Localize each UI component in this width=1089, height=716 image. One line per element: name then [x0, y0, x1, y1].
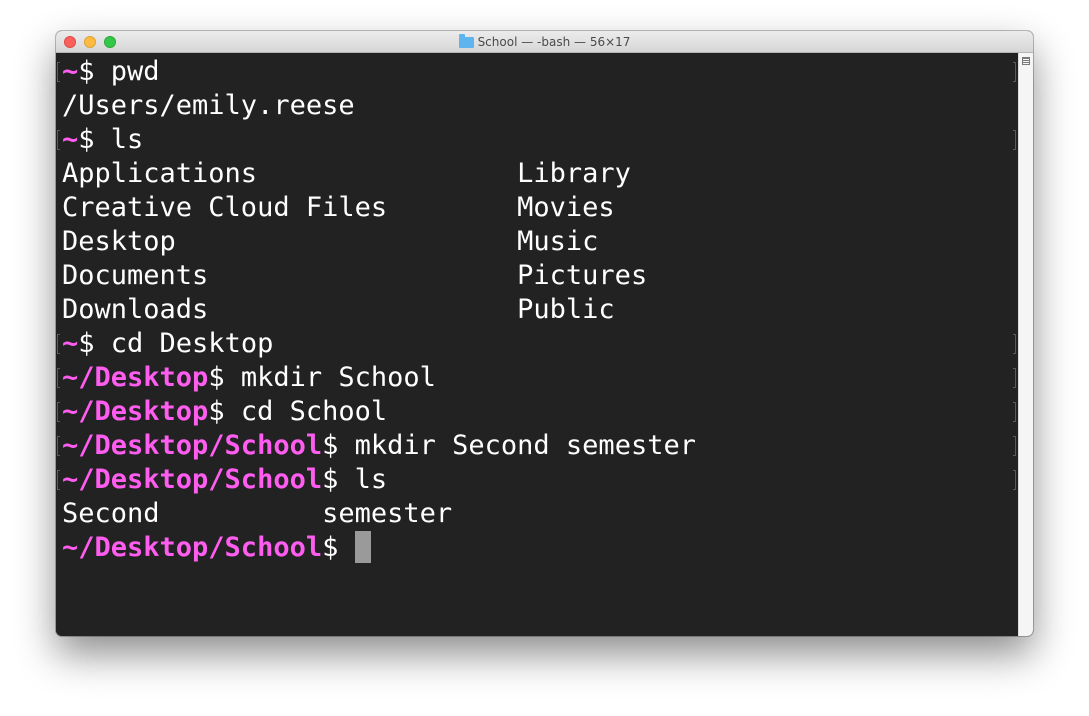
terminal-content[interactable]: ~$ pwd /Users/emily.reese ~$ ls Applicat…	[56, 53, 1018, 636]
output-text: Applications Library	[62, 158, 631, 189]
line-mark-left	[57, 62, 60, 82]
prompt-path: ~/Desktop	[62, 362, 209, 393]
title-bar[interactable]: School — -bash — 56×17	[56, 31, 1033, 53]
line-mark-right	[1013, 368, 1016, 388]
line-text: $ cd Desktop	[78, 328, 274, 359]
line-mark-left	[57, 368, 60, 388]
prompt-path: ~/Desktop/School	[62, 430, 323, 461]
scrollbar[interactable]	[1018, 53, 1033, 636]
line-mark-left	[57, 470, 60, 490]
terminal-line: Second semester	[62, 497, 1018, 531]
line-mark-right	[1013, 402, 1016, 422]
output-text: Documents Pictures	[62, 260, 648, 291]
line-text: $	[322, 532, 355, 563]
prompt-path: ~	[62, 124, 79, 155]
line-mark-right	[1013, 130, 1016, 150]
prompt-path: ~	[62, 328, 79, 359]
line-text: $ pwd	[78, 56, 160, 87]
split-pane-icon[interactable]	[1022, 57, 1030, 65]
terminal-line: Documents Pictures	[62, 259, 1018, 293]
line-text: $ ls	[78, 124, 144, 155]
output-text: Creative Cloud Files Movies	[62, 192, 615, 223]
line-mark-left	[57, 334, 60, 354]
output-text: Second semester	[62, 498, 453, 529]
terminal-line: Desktop Music	[62, 225, 1018, 259]
terminal-line: ~/Desktop/School$	[62, 530, 1018, 565]
terminal-line: ~$ pwd	[57, 55, 1018, 89]
line-text: $ mkdir Second semester	[322, 430, 696, 461]
folder-icon	[458, 33, 474, 48]
line-text: $ cd School	[208, 396, 388, 427]
text-cursor	[354, 530, 371, 563]
terminal-line: Creative Cloud Files Movies	[62, 191, 1018, 225]
line-mark-right	[1013, 470, 1016, 490]
terminal-window: School — -bash — 56×17 ~$ pwd /Users/emi…	[56, 31, 1033, 636]
line-mark-right	[1013, 62, 1016, 82]
terminal-line: ~/Desktop/School$ mkdir Second semester	[57, 429, 1018, 463]
line-mark-left	[57, 436, 60, 456]
output-text: Desktop Music	[62, 226, 599, 257]
line-mark-left	[57, 130, 60, 150]
terminal-line: ~/Desktop$ cd School	[57, 395, 1018, 429]
prompt-path: ~/Desktop/School	[62, 532, 323, 563]
line-mark-left	[57, 402, 60, 422]
terminal-line: Downloads Public	[62, 293, 1018, 327]
terminal-line: ~/Desktop/School$ ls	[57, 463, 1018, 497]
window-title: School — -bash — 56×17	[477, 35, 631, 49]
line-text: $ mkdir School	[208, 362, 436, 393]
terminal-line: ~$ cd Desktop	[57, 327, 1018, 361]
line-text: $ ls	[322, 464, 388, 495]
terminal-line: ~/Desktop$ mkdir School	[57, 361, 1018, 395]
prompt-path: ~/Desktop/School	[62, 464, 323, 495]
terminal-line: /Users/emily.reese	[62, 89, 1018, 123]
window-title-container: School — -bash — 56×17	[56, 31, 1033, 53]
output-text: /Users/emily.reese	[62, 90, 355, 121]
terminal-line: ~$ ls	[57, 123, 1018, 157]
line-mark-right	[1013, 334, 1016, 354]
line-mark-right	[1013, 436, 1016, 456]
terminal-line: Applications Library	[62, 157, 1018, 191]
output-text: Downloads Public	[62, 294, 615, 325]
prompt-path: ~	[62, 56, 79, 87]
prompt-path: ~/Desktop	[62, 396, 209, 427]
